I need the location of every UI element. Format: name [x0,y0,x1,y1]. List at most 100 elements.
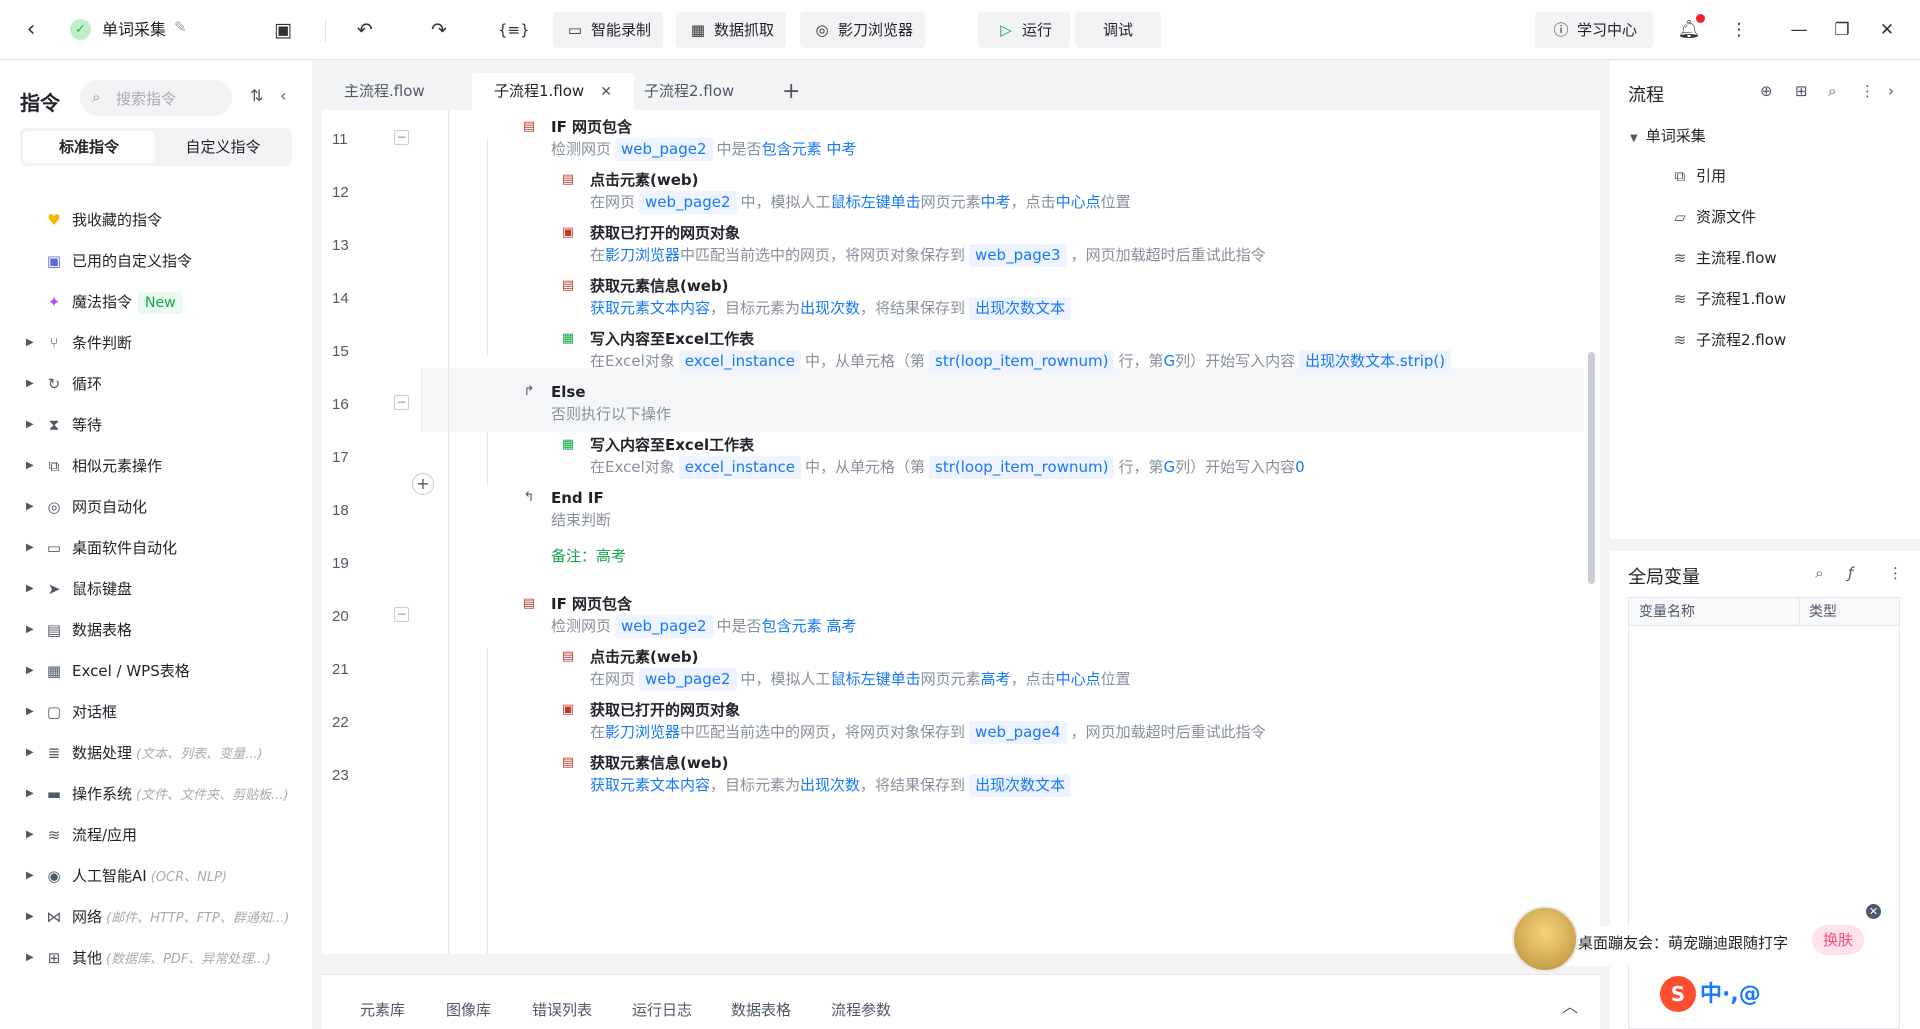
sort-icon[interactable]: ⇅ [250,86,263,105]
expand-caret-icon[interactable]: ▶ [26,329,34,357]
search-icon[interactable]: ⌕ [1828,82,1836,100]
undo-icon[interactable]: ↶ [352,17,378,43]
expand-caret-icon[interactable]: ▶ [26,739,34,767]
tree-item-resources[interactable]: ▱ 资源文件 [1670,206,1756,228]
sidebar-item[interactable]: ▣ 已用的自定义指令 [0,247,312,275]
fold-toggle[interactable]: − [394,395,409,410]
sidebar-item[interactable]: ▶ ⧗ 等待 [0,411,312,439]
tab-custom-instructions[interactable]: 自定义指令 [157,131,289,163]
sidebar-item[interactable]: ▶ ▦ Excel / WPS表格 [0,657,312,685]
add-resource-icon[interactable]: ⊞ [1795,82,1808,100]
expand-caret-icon[interactable]: ▶ [26,493,34,521]
sidebar-item[interactable]: ▶ ≣ 数据处理 (文本、列表、变量...) [0,739,312,767]
sidebar-item-label: 等待 [72,416,103,434]
layers-icon: ≋ [47,826,61,844]
sidebar-item[interactable]: ▶ ◎ 网页自动化 [0,493,312,521]
step-note[interactable]: 备注：高考 [551,545,626,566]
expand-caret-icon[interactable]: ▶ [26,657,34,685]
vertical-scrollbar[interactable] [1588,352,1595,584]
sidebar-item[interactable]: ▶ ▭ 桌面软件自动化 [0,534,312,562]
tab-subflow-2[interactable]: 子流程2.flow [622,73,756,110]
debug-button[interactable]: 调试 [1075,12,1162,48]
sidebar-item[interactable]: ▶ ⑂ 条件判断 [0,329,312,357]
project-title[interactable]: 单词采集 [102,19,166,41]
collapse-panel-icon[interactable]: › [1888,82,1894,100]
run-button[interactable]: ▷ 运行 [978,12,1071,48]
function-icon[interactable]: ƒ [1848,564,1853,582]
sidebar-item-label: 人工智能AI (OCR、NLP) [72,867,227,885]
search-icon[interactable]: ⌕ [1815,564,1823,582]
expand-caret-icon[interactable]: ▶ [26,903,34,931]
sidebar-item[interactable]: ▶ ⋈ 网络 (邮件、HTTP、FTP、群通知...) [0,903,312,931]
calendar-icon: ▣ [46,252,62,270]
learning-center-label: 学习中心 [1577,21,1638,39]
tab-image-library[interactable]: 图像库 [446,999,491,1020]
tab-main-flow[interactable]: 主流程.flow [322,73,447,110]
smart-record-button[interactable]: ▭ 智能录制 [553,12,664,48]
sidebar-item[interactable]: ▶ ↻ 循环 [0,370,312,398]
learning-center-button[interactable]: ⓘ 学习中心 [1535,12,1654,48]
change-skin-button[interactable]: 换肤 [1812,925,1864,955]
tab-data-table[interactable]: 数据表格 [731,999,791,1020]
add-step-icon[interactable]: + [412,473,434,495]
instruction-search-input[interactable]: ⌕ 搜索指令 [80,80,232,116]
input-method-toolbar[interactable]: S 中·,@ [1660,976,1900,1016]
tree-item-main-flow[interactable]: ≋ 主流程.flow [1670,247,1777,269]
code-braces-icon[interactable]: {≡} [498,17,530,43]
tab-subflow-1[interactable]: 子流程1.flow ✕ [472,73,634,110]
sidebar-item[interactable]: ▶ ⊞ 其他 (数据库、PDF、异常处理...) [0,944,312,972]
expand-caret-icon[interactable]: ▶ [26,575,34,603]
expand-caret-icon[interactable]: ▶ [26,452,34,480]
expand-caret-icon[interactable]: ▶ [26,862,34,890]
sidebar-item[interactable]: ▶ ▢ 对话框 [0,698,312,726]
add-tab-icon[interactable]: + [782,73,800,110]
expand-caret-icon[interactable]: ▶ [26,780,34,808]
sidebar-item[interactable]: ▶ ◉ 人工智能AI (OCR、NLP) [0,862,312,890]
more-vertical-icon[interactable]: ⋮ [1888,564,1903,582]
tab-flow-params[interactable]: 流程参数 [831,999,891,1020]
close-tab-icon[interactable]: ✕ [600,84,612,100]
more-vertical-icon[interactable]: ⋮ [1860,82,1875,100]
back-icon[interactable]: ‹ [18,17,44,43]
more-vertical-icon[interactable]: ⋮ [1726,17,1752,43]
close-popup-icon[interactable]: ✕ [1866,904,1881,919]
expand-caret-icon[interactable]: ▶ [26,411,34,439]
expand-caret-icon[interactable]: ▶ [26,616,34,644]
expand-caret-icon[interactable]: ▶ [26,534,34,562]
expand-caret-icon[interactable]: ▶ [26,370,34,398]
sidebar-item[interactable]: ▶ ▬ 操作系统 (文件、文件夹、剪贴板...) [0,780,312,808]
save-icon[interactable]: ▣ [270,17,296,43]
redo-icon[interactable]: ↷ [426,17,452,43]
tree-item-subflow-2[interactable]: ≋ 子流程2.flow [1670,329,1787,351]
sidebar-item[interactable]: ✦ 魔法指令 New [0,288,312,316]
add-flow-icon[interactable]: ⊕ [1760,82,1773,100]
expand-caret-icon[interactable]: ▶ [26,944,34,972]
pet-avatar[interactable] [1512,906,1578,972]
expand-caret-icon[interactable]: ▶ [26,698,34,726]
tab-standard-instructions[interactable]: 标准指令 [23,131,155,163]
sidebar-item-hint: (数据库、PDF、异常处理...) [106,952,271,967]
sidebar-item[interactable]: ▶ ▤ 数据表格 [0,616,312,644]
tab-error-list[interactable]: 错误列表 [532,999,592,1020]
sidebar-item[interactable]: ♥ 我收藏的指令 [0,206,312,234]
tab-element-library[interactable]: 元素库 [360,999,405,1020]
restore-icon[interactable]: ❐ [1829,17,1855,43]
tree-item-reference[interactable]: ⧉ 引用 [1670,165,1726,187]
collapse-sidebar-icon[interactable]: ‹ [280,86,286,105]
edit-pencil-icon[interactable]: ✎ [174,18,187,36]
sidebar-item[interactable]: ▶ ≋ 流程/应用 [0,821,312,849]
fold-toggle[interactable]: − [394,130,409,145]
minimize-icon[interactable]: — [1786,17,1812,43]
tree-root[interactable]: ▼ 单词采集 [1630,125,1706,150]
sidebar-item[interactable]: ▶ ⧉ 相似元素操作 [0,452,312,480]
shadowbot-browser-button[interactable]: ◎ 影刀浏览器 [800,12,926,48]
data-scrape-button[interactable]: ▦ 数据抓取 [676,12,787,48]
sidebar-item[interactable]: ▶ ➤ 鼠标键盘 [0,575,312,603]
expand-caret-icon[interactable]: ▶ [26,821,34,849]
tab-run-log[interactable]: 运行日志 [632,999,692,1020]
fold-toggle[interactable]: − [394,607,409,622]
close-icon[interactable]: ✕ [1874,17,1900,43]
sidebar-item-label: 数据处理 (文本、列表、变量...) [72,744,263,762]
tree-item-subflow-1[interactable]: ≋ 子流程1.flow [1670,288,1787,310]
expand-panel-icon[interactable]: ︿ [1562,993,1578,1017]
